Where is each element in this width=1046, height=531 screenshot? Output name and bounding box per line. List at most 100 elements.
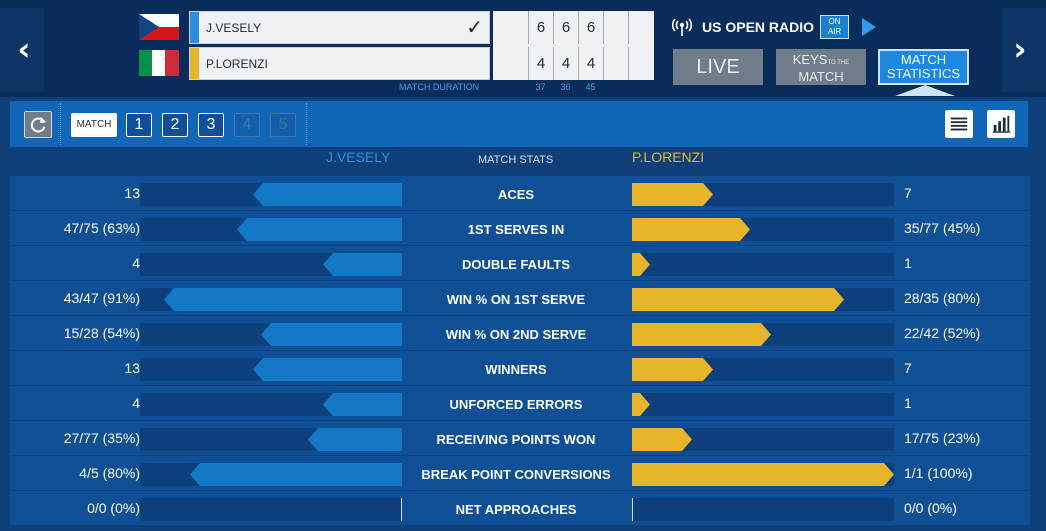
- stat-row: 43/47 (91%) WIN % ON 1ST SERVE 28/35 (80%): [10, 281, 1030, 315]
- toolbar-divider: [306, 103, 307, 145]
- scoreboard-header: ‹ › J.VESELY ✓ P.LORENZI 6 6 6 4 4 4 MAT…: [0, 0, 1046, 97]
- tab-match-statistics[interactable]: MATCH STATISTICS: [878, 49, 969, 85]
- stats-tab-line1: MATCH: [900, 52, 947, 67]
- match-duration-label: MATCH DURATION: [399, 82, 480, 92]
- stat-row: 15/28 (54%) WIN % ON 2ND SERVE 22/42 (52%): [10, 316, 1030, 350]
- player1-stat-bar: [164, 288, 402, 311]
- player2-stat-value: 35/77 (45%): [904, 220, 981, 236]
- player1-stat-value: 47/75 (63%): [63, 220, 140, 236]
- set2-duration: 36: [560, 82, 571, 92]
- refresh-icon: [30, 116, 47, 133]
- player2-stat-bar: [632, 323, 771, 346]
- player2-stat-bar: [632, 358, 713, 381]
- stat-label: WIN % ON 2ND SERVE: [445, 327, 587, 342]
- player1-stat-value: 15/28 (54%): [63, 325, 140, 341]
- player2-name: P.LORENZI: [206, 57, 268, 71]
- player1-stat-value: 13: [124, 185, 140, 201]
- set-5-button: 5: [270, 113, 296, 137]
- play-icon[interactable]: [862, 18, 876, 36]
- player2-stat-bar: [632, 498, 633, 521]
- tab-keys-to-the-match[interactable]: KEYSTO THE MATCH: [776, 49, 866, 85]
- player1-color-stripe: [190, 12, 199, 43]
- player1-stat-value: 0/0 (0%): [87, 500, 140, 516]
- keys-tab-small: TO THE: [827, 60, 850, 66]
- player2-stat-value: 1: [904, 395, 912, 411]
- stat-label: NET APPROACHES: [455, 502, 577, 517]
- list-view-button[interactable]: [945, 110, 973, 138]
- player1-name: J.VESELY: [206, 21, 262, 35]
- stat-label: UNFORCED ERRORS: [449, 397, 583, 412]
- player2-bar-track: [632, 253, 894, 276]
- stat-row: 4 UNFORCED ERRORS 1: [10, 386, 1030, 420]
- stat-row: 47/75 (63%) 1ST SERVES IN 35/77 (45%): [10, 211, 1030, 245]
- toolbar-divider: [60, 103, 61, 145]
- radio-broadcast-icon: [672, 18, 692, 36]
- stat-label: 1ST SERVES IN: [467, 222, 565, 237]
- keys-tab-line1: KEYS: [792, 52, 828, 67]
- p1-set5-score: [628, 11, 653, 44]
- p1-set3-score: 6: [578, 11, 603, 44]
- player2-stat-value: 17/75 (23%): [904, 430, 981, 446]
- player1-stat-bar: [308, 428, 402, 451]
- set3-duration: 45: [585, 82, 596, 92]
- set-scores-grid: 6 6 6 4 4 4: [493, 11, 654, 80]
- set-4-button: 4: [234, 113, 260, 137]
- czech-flag-icon: [139, 14, 179, 40]
- stat-row: 13 ACES 7: [10, 176, 1030, 210]
- set-2-button[interactable]: 2: [162, 113, 188, 137]
- chevron-right-icon[interactable]: ›: [1008, 30, 1032, 68]
- player2-stat-value: 1: [904, 255, 912, 271]
- player1-stat-value: 43/47 (91%): [63, 290, 140, 306]
- keys-tab-line2: MATCH: [798, 69, 844, 84]
- p1-set4-score: [603, 11, 628, 44]
- refresh-button[interactable]: [24, 111, 52, 138]
- player2-stat-bar: [632, 183, 713, 206]
- bar-chart-icon: [992, 115, 1011, 133]
- stat-label: ACES: [497, 187, 535, 202]
- player2-stat-value: 28/35 (80%): [904, 290, 981, 306]
- player2-stat-value: 1/1 (100%): [904, 465, 973, 481]
- list-icon: [950, 117, 968, 131]
- on-air-line1: ON: [828, 17, 841, 26]
- player2-bar-track: [632, 498, 894, 521]
- stats-toolbar: MATCH 12345: [10, 101, 1028, 147]
- stat-row: 27/77 (35%) RECEIVING POINTS WON 17/75 (23…: [10, 421, 1030, 455]
- stat-label: WIN % ON 1ST SERVE: [446, 292, 586, 307]
- player1-stat-value: 4: [132, 255, 140, 271]
- us-open-radio-label: US OPEN RADIO: [702, 19, 815, 35]
- stat-label: BREAK POINT CONVERSIONS: [421, 467, 611, 482]
- stat-row: 0/0 (0%) NET APPROACHES 0/0 (0%): [10, 491, 1030, 525]
- stat-row: 4 DOUBLE FAULTS 1: [10, 246, 1030, 280]
- match-filter-button[interactable]: MATCH: [71, 113, 117, 137]
- player1-stat-value: 4: [132, 395, 140, 411]
- chevron-left-icon[interactable]: ‹: [12, 30, 36, 68]
- player1-stat-bar: [237, 218, 402, 241]
- p2-set5-score: [628, 47, 653, 80]
- set-1-button[interactable]: 1: [126, 113, 152, 137]
- match-stats-title: MATCH STATS: [478, 154, 554, 166]
- p1-score-cell-blank: [493, 11, 518, 44]
- stat-row: 4/5 (80%) BREAK POINT CONVERSIONS 1/1 (100…: [10, 456, 1030, 490]
- player1-stats-heading: J.VESELY: [326, 149, 391, 165]
- player2-name-box: P.LORENZI: [189, 47, 490, 80]
- player2-bar-track: [632, 393, 894, 416]
- set-3-button[interactable]: 3: [198, 113, 224, 137]
- winner-check-icon: ✓: [466, 15, 483, 39]
- tab-live[interactable]: LIVE: [673, 49, 763, 85]
- stat-label: WINNERS: [485, 362, 547, 377]
- player2-stat-bar: [632, 288, 844, 311]
- stat-label: DOUBLE FAULTS: [461, 257, 571, 272]
- player2-stat-value: 7: [904, 185, 912, 201]
- p2-set3-score: 4: [578, 47, 603, 80]
- p2-set1-score: 4: [528, 47, 553, 80]
- set1-duration: 37: [535, 82, 546, 92]
- bar-chart-view-button[interactable]: [987, 110, 1015, 138]
- player2-color-stripe: [190, 48, 199, 79]
- p2-set2-score: 4: [553, 47, 578, 80]
- player2-stat-value: 22/42 (52%): [904, 325, 981, 341]
- player1-stat-bar: [253, 183, 402, 206]
- p1-set2-score: 6: [553, 11, 578, 44]
- active-tab-pointer: [895, 85, 955, 96]
- player1-stat-value: 4/5 (80%): [79, 465, 140, 481]
- on-air-button[interactable]: ON AIR: [820, 15, 849, 39]
